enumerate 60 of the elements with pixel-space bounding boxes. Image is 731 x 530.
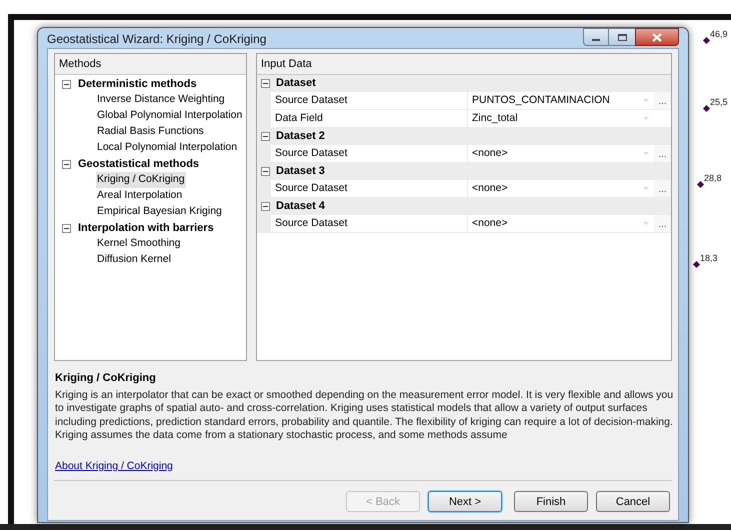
collapse-icon[interactable] <box>62 160 71 168</box>
tree-item[interactable]: Diffusion Kernel <box>96 252 172 268</box>
tree-group[interactable]: Interpolation with barriers <box>78 220 214 236</box>
property-value[interactable]: <none> <box>468 215 638 232</box>
tree-item[interactable]: Radial Basis Functions <box>96 124 205 140</box>
tree-item[interactable]: Kernel Smoothing <box>96 236 182 252</box>
tree-item[interactable]: Global Polynomial Interpolation <box>96 108 244 124</box>
point-label: 25,5 <box>710 96 728 109</box>
category-label: Dataset 4 <box>276 199 325 214</box>
category-label: Dataset 3 <box>276 164 325 180</box>
wizard-button[interactable]: Cancel <box>596 491 670 512</box>
tree-group[interactable]: Deterministic methods <box>78 76 197 92</box>
wizard-button[interactable]: Next > <box>428 491 502 512</box>
property-value[interactable]: PUNTOS_CONTAMINACION <box>468 92 638 109</box>
property-value[interactable]: <none> <box>468 145 638 162</box>
point-icon <box>692 260 700 268</box>
collapse-icon[interactable] <box>62 224 71 232</box>
maximize-icon <box>618 34 626 40</box>
property-value[interactable]: <none> <box>468 180 638 197</box>
collapse-icon[interactable] <box>62 80 71 88</box>
property-name: Source Dataset <box>271 145 468 162</box>
description-text: Kriging is an interpolator that can be exact or smoothed depending on the measurement error model. It is very flexible and allows you to investigate graphs of spatial auto- and cross-correlation. Kriging uses statistical models that allow a variety of output surfaces including predictions, prediction standard errors, probability and quantile. The flexibility of kriging can require a lot of decision-making. Kriging assumes the data come from a stationary stochastic process, and some methods assume <box>55 388 674 443</box>
category-label: Dataset <box>276 76 316 92</box>
property-name: Source Dataset <box>271 215 468 232</box>
column-header: Input Data <box>257 54 671 75</box>
property-name: Data Field <box>271 110 468 127</box>
window-title: Geostatistical Wizard: Kriging / CoKriging <box>47 31 266 48</box>
collapse-icon[interactable] <box>261 167 270 176</box>
minimize-icon <box>592 38 600 40</box>
point-label: 28,8 <box>704 172 722 185</box>
browse-button[interactable]: ... <box>654 215 671 232</box>
description-title: Kriging / CoKriging <box>55 371 157 386</box>
property-name: Source Dataset <box>271 180 468 197</box>
tree-item[interactable]: Inverse Distance Weighting <box>96 92 226 108</box>
collapse-icon[interactable] <box>261 132 270 141</box>
tree-item[interactable]: Kriging / CoKriging <box>96 172 186 188</box>
tree-item[interactable]: Local Polynomial Interpolation <box>96 140 238 156</box>
column-header: Methods <box>55 54 246 75</box>
minimize-button[interactable] <box>583 28 609 46</box>
about-link[interactable]: About Kriging / CoKriging <box>55 458 173 474</box>
tree-group[interactable]: Geostatistical methods <box>78 156 200 172</box>
point-icon <box>702 104 710 112</box>
property-name: Source Dataset <box>271 92 468 109</box>
maximize-button[interactable] <box>609 28 635 46</box>
collapse-icon[interactable] <box>261 79 270 88</box>
point-icon <box>696 180 704 188</box>
tree-item[interactable]: Areal Interpolation <box>96 188 184 204</box>
close-button[interactable] <box>635 28 679 46</box>
browse-button[interactable]: ... <box>654 92 671 109</box>
point-icon <box>702 36 710 44</box>
category-label: Dataset 2 <box>276 129 325 144</box>
point-label: 46,9 <box>710 28 728 41</box>
collapse-icon[interactable] <box>261 202 270 211</box>
tree-item[interactable]: Empirical Bayesian Kriging <box>96 204 223 220</box>
wizard-button[interactable]: Finish <box>514 491 588 512</box>
point-label: 18,3 <box>700 252 718 265</box>
browse-button[interactable]: ... <box>654 180 671 197</box>
property-value[interactable]: Zinc_total <box>468 110 638 127</box>
browse-button[interactable]: ... <box>654 145 671 162</box>
close-icon <box>652 32 662 42</box>
